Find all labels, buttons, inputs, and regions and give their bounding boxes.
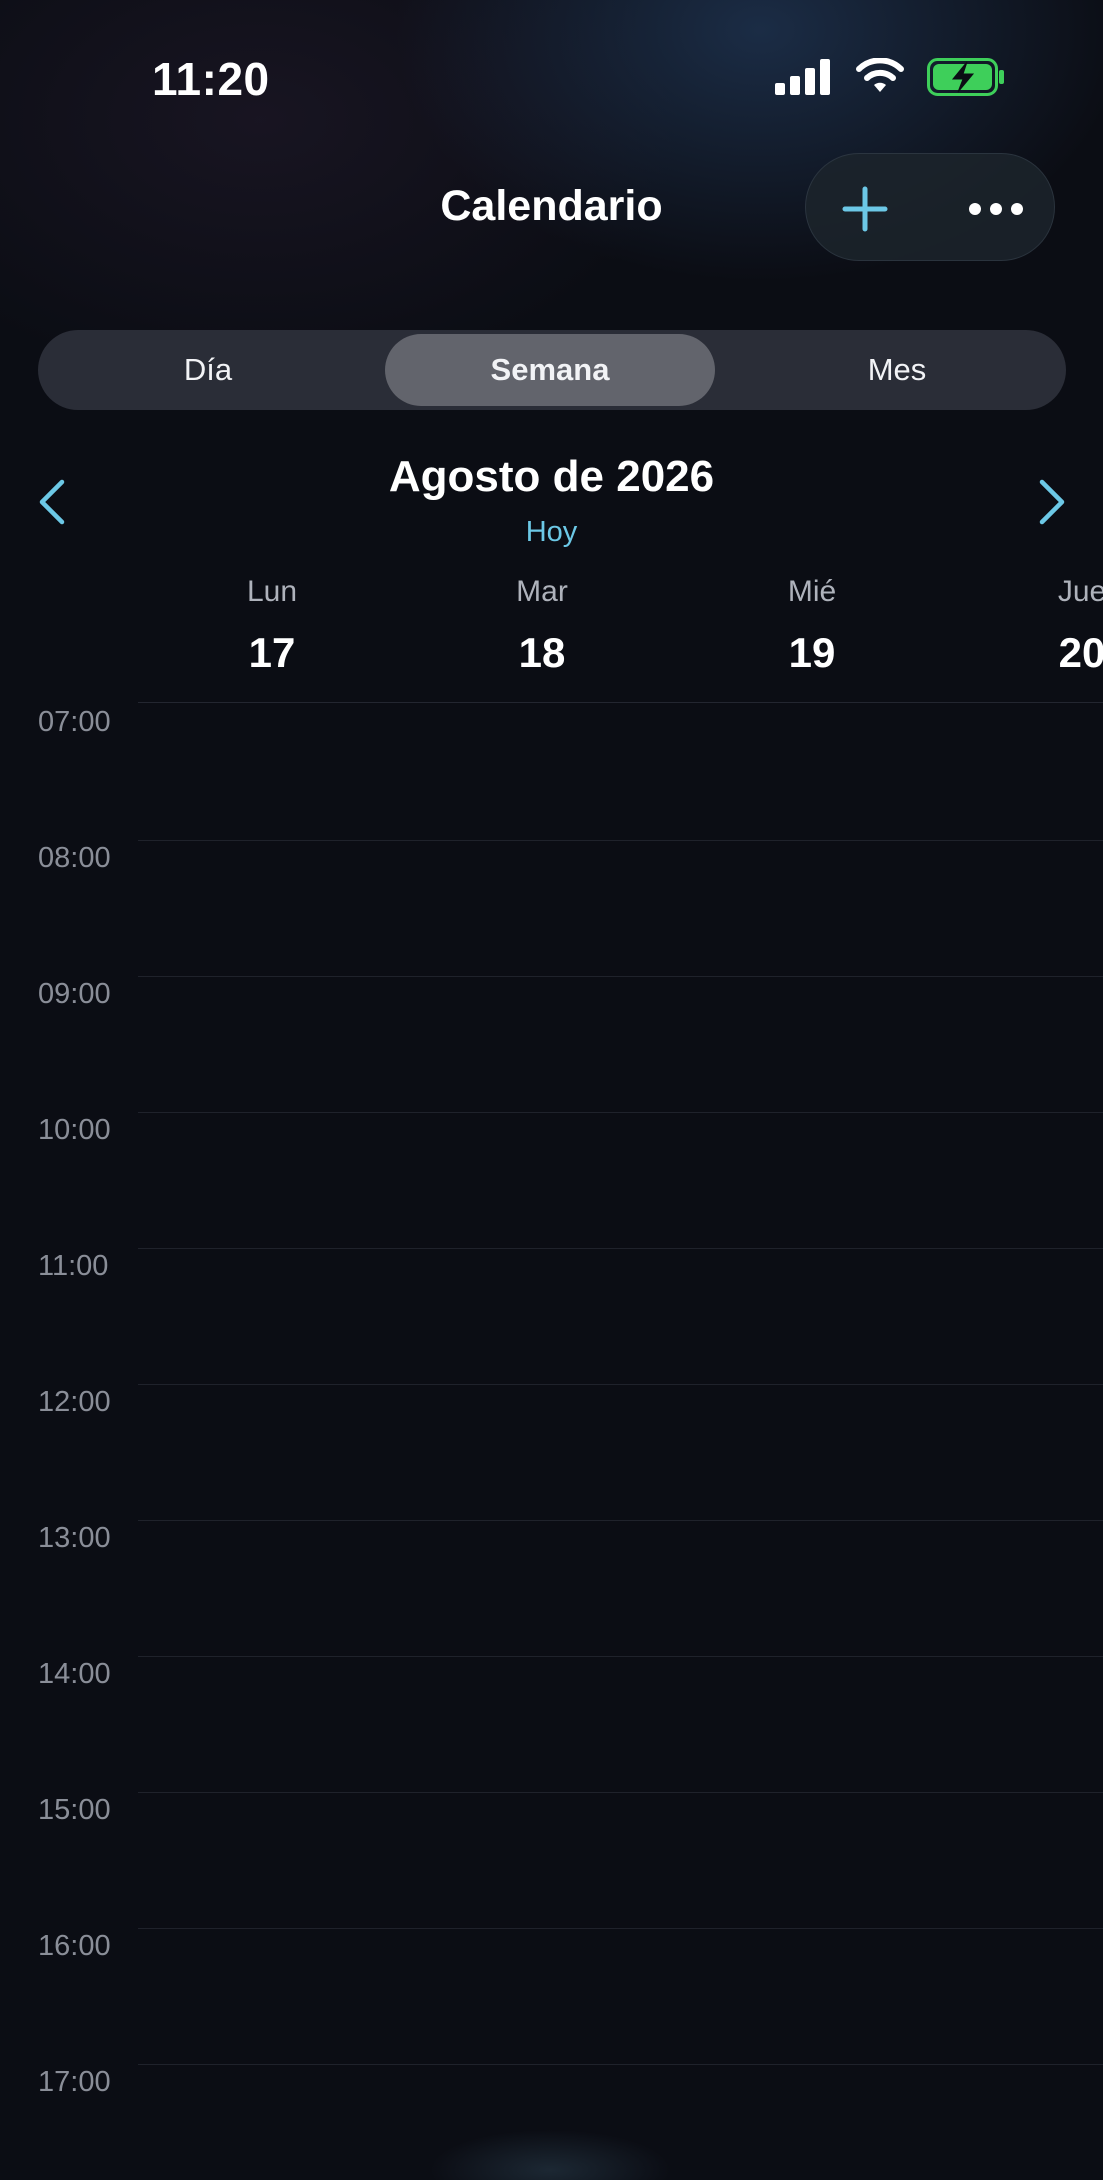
day-number: 17 <box>248 629 296 676</box>
hour-row[interactable]: 16:00 <box>0 1928 1103 2065</box>
hour-label: 15:00 <box>38 1794 111 1826</box>
day-name: Mar <box>516 575 568 608</box>
hour-label: 07:00 <box>38 706 111 738</box>
header-actions <box>805 153 1055 261</box>
wifi-icon <box>856 58 904 92</box>
hour-label: 16:00 <box>38 1930 111 1962</box>
day-column-header[interactable]: Mié 19 <box>712 575 912 677</box>
day-number: 19 <box>788 629 836 676</box>
day-number: 20 <box>1058 629 1103 676</box>
hour-label: 12:00 <box>38 1386 111 1418</box>
hour-row[interactable]: 10:00 <box>0 1112 1103 1249</box>
status-time: 11:20 <box>152 53 270 105</box>
segment-month[interactable]: Mes <box>728 334 1066 406</box>
day-column-header[interactable]: Jue 20 <box>982 575 1103 677</box>
month-label: Agosto de 2026 <box>388 452 715 501</box>
status-icons <box>775 58 1005 96</box>
segment-day[interactable]: Día <box>38 334 378 406</box>
view-segmented-control: Día Semana Mes <box>38 330 1066 410</box>
signal-icon <box>775 59 830 95</box>
hour-label: 10:00 <box>38 1114 111 1146</box>
hour-row[interactable]: 11:00 <box>0 1248 1103 1385</box>
day-name: Mié <box>787 575 837 608</box>
header-divider <box>138 702 1103 703</box>
segment-week[interactable]: Semana <box>385 334 715 406</box>
day-column-header[interactable]: Mar 18 <box>442 575 642 677</box>
hour-row[interactable]: 09:00 <box>0 976 1103 1113</box>
hour-row[interactable]: 08:00 <box>0 840 1103 977</box>
plus-icon <box>842 186 888 232</box>
hour-label: 08:00 <box>38 842 111 874</box>
hour-label: 11:00 <box>38 1250 109 1282</box>
battery-charging-icon <box>927 58 1004 96</box>
hour-row[interactable]: 13:00 <box>0 1520 1103 1657</box>
day-name: Jue <box>1057 575 1103 608</box>
today-button[interactable]: Hoy <box>0 516 1103 549</box>
day-column-header[interactable]: Lun 17 <box>172 575 372 677</box>
hour-label: 09:00 <box>38 978 111 1010</box>
chevron-right-icon <box>1039 479 1065 525</box>
hour-row[interactable]: 12:00 <box>0 1384 1103 1521</box>
home-indicator-glow <box>430 2120 670 2180</box>
more-options-button[interactable] <box>956 176 1036 242</box>
hour-label: 14:00 <box>38 1658 111 1690</box>
hour-label: 13:00 <box>38 1522 111 1554</box>
hour-row[interactable]: 15:00 <box>0 1792 1103 1929</box>
hour-label: 17:00 <box>38 2066 111 2098</box>
status-bar: 11:20 <box>0 0 1103 150</box>
day-name: Lun <box>246 575 298 608</box>
next-week-button[interactable] <box>1032 474 1072 530</box>
hour-row[interactable]: 14:00 <box>0 1656 1103 1793</box>
day-number: 18 <box>518 629 566 676</box>
add-event-button[interactable] <box>832 176 898 242</box>
hour-row[interactable]: 07:00 <box>0 704 1103 841</box>
ellipsis-icon <box>969 203 1023 215</box>
